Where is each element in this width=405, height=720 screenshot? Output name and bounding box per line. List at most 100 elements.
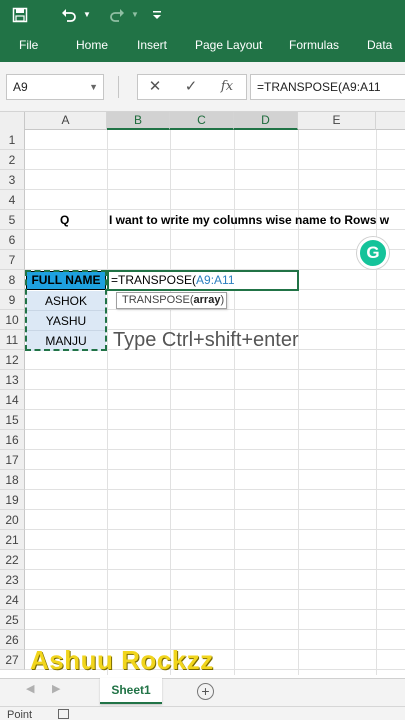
- column-headers: A B C D E: [0, 112, 405, 130]
- cell-a5[interactable]: Q: [60, 210, 69, 230]
- watermark-text: Ashuu Rockzz: [30, 645, 214, 675]
- row-gridline: [25, 249, 405, 250]
- row-gridline: [25, 409, 405, 410]
- row-gridline: [25, 549, 405, 550]
- formula-input[interactable]: =TRANSPOSE(A9:A11: [250, 74, 405, 100]
- excel-window: ▼ ▼ File Home Insert Page Layout Formula…: [0, 0, 405, 720]
- insert-function-icon[interactable]: fx: [216, 74, 238, 100]
- row-header-9[interactable]: 9: [0, 290, 25, 310]
- row-header-8[interactable]: 8: [0, 270, 25, 290]
- select-all-button[interactable]: [0, 112, 25, 130]
- row-gridline: [25, 369, 405, 370]
- name-box[interactable]: A9 ▼: [6, 74, 104, 100]
- cell-b5[interactable]: I want to write my columns wise name to …: [109, 210, 389, 230]
- row-header-27[interactable]: 27: [0, 650, 25, 670]
- column-header-d[interactable]: D: [234, 112, 298, 130]
- row-header-13[interactable]: 13: [0, 370, 25, 390]
- scroll-left-icon[interactable]: ◀: [26, 682, 34, 695]
- redo-icon[interactable]: [106, 4, 128, 26]
- row-header-17[interactable]: 17: [0, 450, 25, 470]
- redo-dropdown-icon[interactable]: ▼: [130, 4, 140, 26]
- row-header-12[interactable]: 12: [0, 350, 25, 370]
- macro-record-icon[interactable]: [58, 709, 69, 719]
- quick-access-toolbar: ▼ ▼: [0, 0, 405, 30]
- name-box-dropdown-icon[interactable]: ▼: [89, 75, 98, 99]
- active-edit-cell[interactable]: =TRANSPOSE(A9:A11: [107, 270, 299, 291]
- row-header-11[interactable]: 11: [0, 330, 25, 350]
- undo-dropdown-icon[interactable]: ▼: [82, 4, 92, 26]
- row-header-19[interactable]: 19: [0, 490, 25, 510]
- status-bar: Point: [0, 706, 405, 720]
- grammarly-icon[interactable]: G: [357, 237, 389, 269]
- row-gridline: [25, 489, 405, 490]
- row-gridline: [25, 389, 405, 390]
- divider: [118, 76, 119, 98]
- row-gridline: [25, 629, 405, 630]
- row-header-25[interactable]: 25: [0, 610, 25, 630]
- row-gridline: [25, 569, 405, 570]
- instruction-overlay: Type Ctrl+shift+enter: [113, 329, 299, 351]
- status-mode: Point: [7, 709, 33, 720]
- tooltip-close: ): [220, 294, 225, 306]
- cell-a10[interactable]: YASHU: [26, 311, 106, 331]
- tab-file[interactable]: File: [19, 30, 38, 62]
- save-icon[interactable]: [8, 4, 32, 26]
- tab-formulas[interactable]: Formulas: [289, 30, 339, 62]
- edit-formula-ref: A9:A11: [196, 273, 235, 287]
- row-gridline: [25, 149, 405, 150]
- tooltip-function: TRANSPOSE(: [122, 294, 194, 306]
- row-header-1[interactable]: 1: [0, 130, 25, 150]
- row-gridline: [25, 469, 405, 470]
- row-header-26[interactable]: 26: [0, 630, 25, 650]
- scroll-right-icon[interactable]: ▶: [52, 682, 60, 695]
- row-header-20[interactable]: 20: [0, 510, 25, 530]
- row-header-23[interactable]: 23: [0, 570, 25, 590]
- sheet-tab-bar: ◀ ▶ Sheet1 +: [0, 678, 405, 706]
- ribbon-tabs: File Home Insert Page Layout Formulas Da…: [0, 30, 405, 62]
- row-header-2[interactable]: 2: [0, 150, 25, 170]
- row-gridline: [25, 189, 405, 190]
- enter-icon[interactable]: ✓: [180, 74, 202, 100]
- row-header-24[interactable]: 24: [0, 590, 25, 610]
- name-box-value: A9: [13, 80, 28, 94]
- row-header-10[interactable]: 10: [0, 310, 25, 330]
- edit-formula-prefix: =TRANSPOSE(: [111, 273, 197, 287]
- row-gridline: [25, 589, 405, 590]
- row-header-16[interactable]: 16: [0, 430, 25, 450]
- row-gridline: [25, 609, 405, 610]
- column-gridline: [107, 130, 108, 675]
- row-gridline: [25, 169, 405, 170]
- cell-a9[interactable]: ASHOK: [26, 291, 106, 311]
- row-header-18[interactable]: 18: [0, 470, 25, 490]
- formula-bar-area: A9 ▼ ✕ ✓ fx =TRANSPOSE(A9:A11: [0, 62, 405, 112]
- cancel-icon[interactable]: ✕: [144, 74, 166, 100]
- tab-home[interactable]: Home: [76, 30, 108, 62]
- cell-a11[interactable]: MANJU: [26, 331, 106, 351]
- tab-data[interactable]: Data: [367, 30, 392, 62]
- column-header-a[interactable]: A: [25, 112, 107, 130]
- row-gridline: [25, 429, 405, 430]
- row-header-4[interactable]: 4: [0, 190, 25, 210]
- add-sheet-icon[interactable]: +: [197, 683, 214, 700]
- undo-icon[interactable]: [58, 4, 80, 26]
- row-header-7[interactable]: 7: [0, 250, 25, 270]
- row-header-21[interactable]: 21: [0, 530, 25, 550]
- column-header-e[interactable]: E: [298, 112, 376, 130]
- sheet-tab-sheet1[interactable]: Sheet1: [100, 678, 162, 704]
- customize-toolbar-icon[interactable]: [150, 4, 164, 26]
- row-header-14[interactable]: 14: [0, 390, 25, 410]
- column-header-b[interactable]: B: [107, 112, 170, 130]
- row-gridline: [25, 509, 405, 510]
- row-header-6[interactable]: 6: [0, 230, 25, 250]
- tab-page-layout[interactable]: Page Layout: [195, 30, 262, 62]
- row-gridline: [25, 449, 405, 450]
- function-tooltip[interactable]: TRANSPOSE(array): [116, 292, 227, 309]
- row-gridline: [25, 529, 405, 530]
- row-header-15[interactable]: 15: [0, 410, 25, 430]
- row-header-22[interactable]: 22: [0, 550, 25, 570]
- tab-insert[interactable]: Insert: [137, 30, 167, 62]
- row-header-5[interactable]: 5: [0, 210, 25, 230]
- cell-a8[interactable]: FULL NAME: [26, 271, 106, 290]
- row-header-3[interactable]: 3: [0, 170, 25, 190]
- column-header-c[interactable]: C: [170, 112, 234, 130]
